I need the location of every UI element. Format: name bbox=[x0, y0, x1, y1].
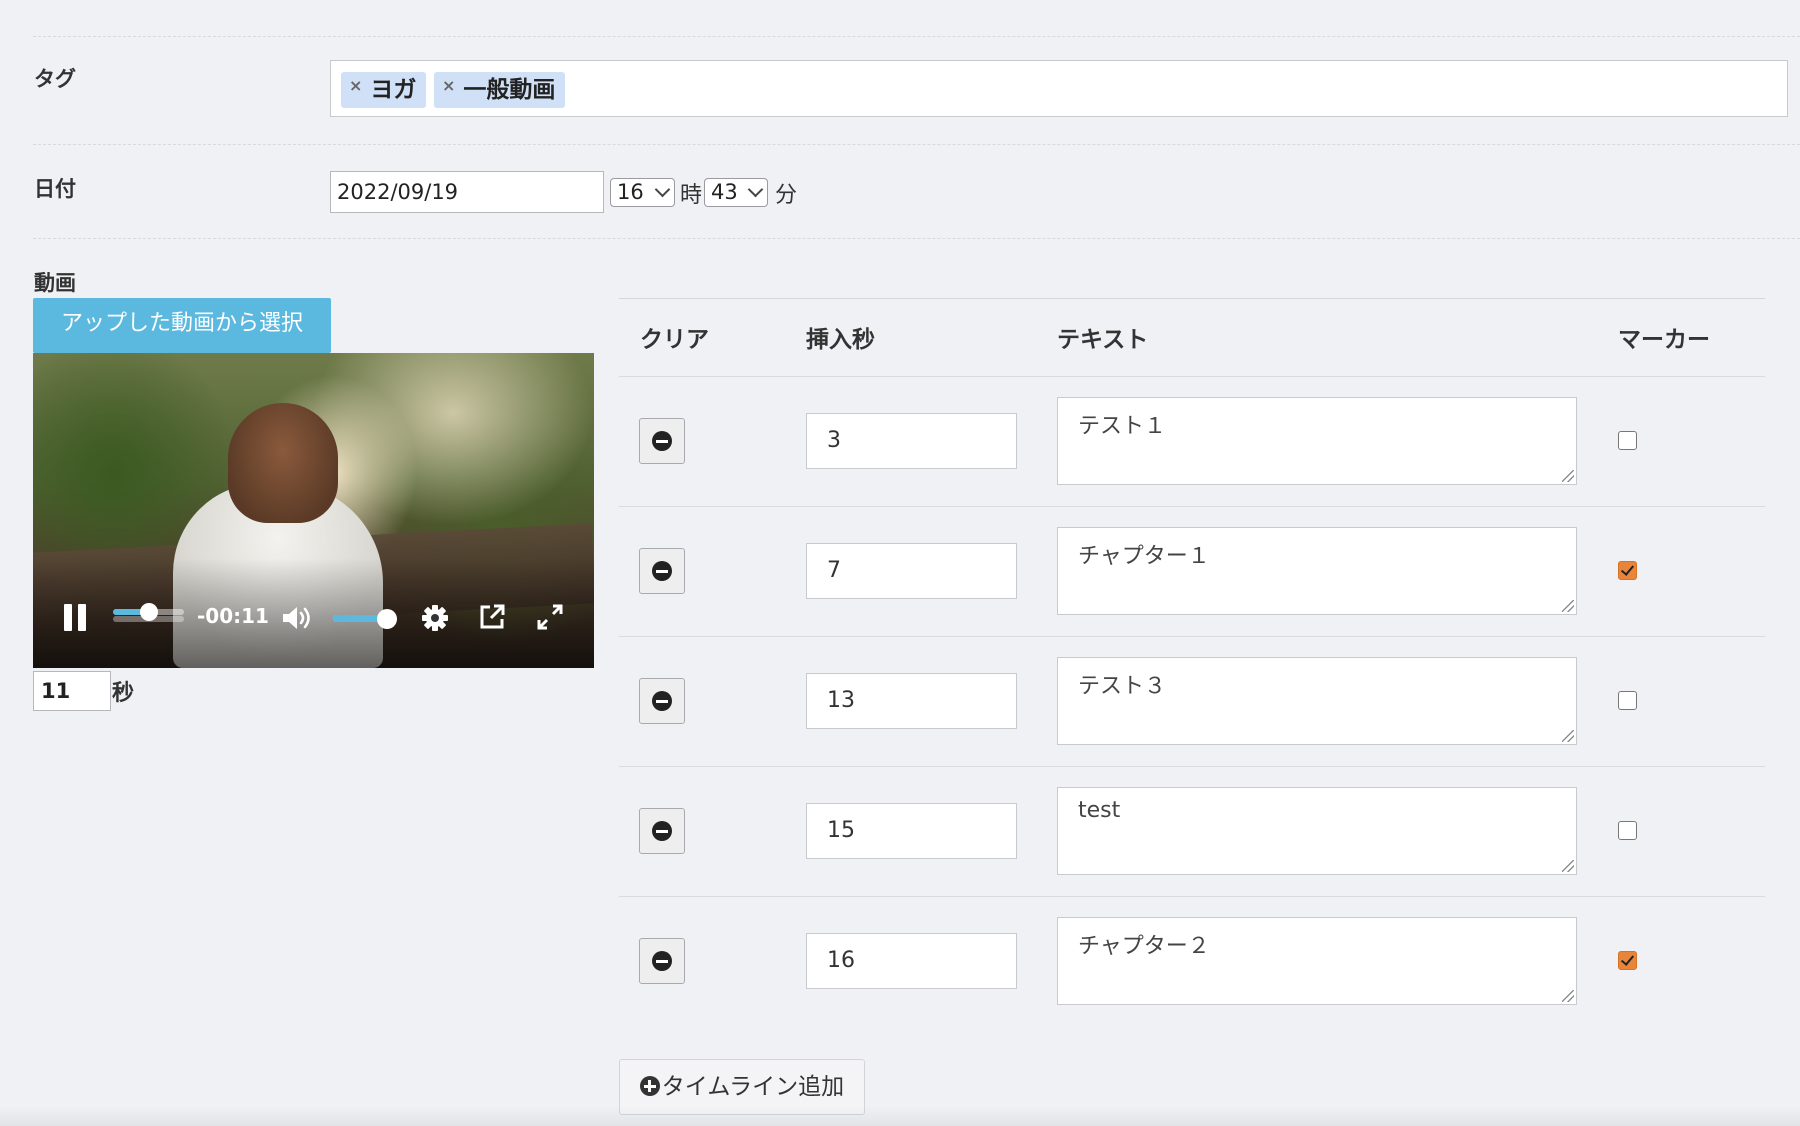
remove-tag-icon[interactable]: × bbox=[349, 76, 362, 95]
row-divider bbox=[619, 376, 1765, 377]
minute-select[interactable]: 43 bbox=[704, 178, 768, 207]
resize-grip-icon[interactable] bbox=[1562, 730, 1574, 742]
divider bbox=[33, 238, 1800, 239]
fullscreen-icon[interactable] bbox=[536, 603, 564, 631]
row-divider bbox=[619, 506, 1765, 507]
header-text: テキスト bbox=[1057, 327, 1149, 353]
timeline-text-input[interactable]: チャプター２ bbox=[1057, 917, 1577, 1005]
remove-tag-icon[interactable]: × bbox=[442, 76, 455, 95]
clear-row-button[interactable] bbox=[639, 678, 685, 724]
resize-grip-icon[interactable] bbox=[1562, 470, 1574, 482]
chevron-down-icon bbox=[747, 181, 764, 198]
add-timeline-label: タイムライン追加 bbox=[661, 1074, 845, 1100]
header-marker: マーカー bbox=[1618, 327, 1710, 353]
minus-circle-icon bbox=[652, 431, 672, 451]
clear-row-button[interactable] bbox=[639, 418, 685, 464]
clear-row-button[interactable] bbox=[639, 548, 685, 594]
insert-sec-input[interactable]: 16 bbox=[806, 933, 1017, 989]
select-uploaded-video-button[interactable]: アップした動画から選択 bbox=[33, 298, 331, 353]
bottom-shade bbox=[0, 1106, 1800, 1126]
time-remaining: -00:11 bbox=[197, 604, 269, 628]
insert-sec-input[interactable]: 3 bbox=[806, 413, 1017, 469]
divider bbox=[33, 144, 1800, 145]
timeline-text-input[interactable]: テスト３ bbox=[1057, 657, 1577, 745]
divider bbox=[33, 36, 1800, 37]
marker-checkbox[interactable] bbox=[1618, 691, 1637, 710]
volume-icon[interactable] bbox=[281, 604, 315, 632]
tags-input[interactable]: × ヨガ × 一般動画 bbox=[330, 60, 1788, 117]
video-label: 動画 bbox=[34, 271, 76, 295]
popout-icon[interactable] bbox=[478, 603, 506, 631]
resize-grip-icon[interactable] bbox=[1562, 600, 1574, 612]
resize-grip-icon[interactable] bbox=[1562, 860, 1574, 872]
timeline-text-input[interactable]: テスト１ bbox=[1057, 397, 1577, 485]
minus-circle-icon bbox=[652, 691, 672, 711]
clear-row-button[interactable] bbox=[639, 808, 685, 854]
timeline-text-value: test bbox=[1078, 798, 1121, 823]
hour-select[interactable]: 16 bbox=[610, 178, 675, 207]
timeline-text-value: チャプター２ bbox=[1078, 934, 1210, 959]
hour-unit: 時 bbox=[680, 183, 703, 208]
seconds-unit: 秒 bbox=[112, 681, 135, 706]
pause-icon[interactable] bbox=[64, 604, 88, 631]
resize-grip-icon[interactable] bbox=[1562, 990, 1574, 1002]
header-insert-sec: 挿入秒 bbox=[806, 327, 875, 353]
row-divider bbox=[619, 766, 1765, 767]
row-divider bbox=[619, 636, 1765, 637]
timeline-text-value: テスト１ bbox=[1078, 414, 1167, 439]
video-player[interactable]: -00:11 bbox=[33, 353, 594, 668]
timeline-text-input[interactable]: test bbox=[1057, 787, 1577, 875]
chevron-down-icon bbox=[654, 181, 671, 198]
timeline-text-value: チャプター１ bbox=[1078, 544, 1210, 569]
timeline-text-value: テスト３ bbox=[1078, 674, 1167, 699]
insert-sec-input[interactable]: 13 bbox=[806, 673, 1017, 729]
minus-circle-icon bbox=[652, 561, 672, 581]
minute-value: 43 bbox=[711, 180, 738, 204]
date-label: 日付 bbox=[34, 177, 76, 201]
marker-checkbox[interactable] bbox=[1618, 821, 1637, 840]
minus-circle-icon bbox=[652, 951, 672, 971]
table-top-border bbox=[619, 298, 1765, 299]
gear-icon[interactable] bbox=[420, 603, 450, 633]
tags-label: タグ bbox=[34, 67, 76, 91]
insert-sec-input[interactable]: 7 bbox=[806, 543, 1017, 599]
row-divider bbox=[619, 896, 1765, 897]
tag-text: 一般動画 bbox=[463, 77, 556, 103]
timeline-text-input[interactable]: チャプター１ bbox=[1057, 527, 1577, 615]
marker-checkbox[interactable] bbox=[1618, 951, 1637, 970]
tag-chip: × 一般動画 bbox=[434, 72, 566, 108]
date-input[interactable]: 2022/09/19 bbox=[330, 171, 604, 213]
seconds-input[interactable]: 11 bbox=[33, 671, 111, 711]
buffer-bar bbox=[113, 616, 184, 622]
marker-checkbox[interactable] bbox=[1618, 561, 1637, 580]
insert-sec-input[interactable]: 15 bbox=[806, 803, 1017, 859]
clear-row-button[interactable] bbox=[639, 938, 685, 984]
plus-circle-icon bbox=[639, 1076, 660, 1096]
header-clear: クリア bbox=[640, 327, 709, 353]
hour-value: 16 bbox=[617, 180, 644, 204]
minute-unit: 分 bbox=[775, 183, 798, 208]
marker-checkbox[interactable] bbox=[1618, 431, 1637, 450]
tag-text: ヨガ bbox=[370, 77, 417, 103]
minus-circle-icon bbox=[652, 821, 672, 841]
tag-chip: × ヨガ bbox=[341, 72, 427, 108]
